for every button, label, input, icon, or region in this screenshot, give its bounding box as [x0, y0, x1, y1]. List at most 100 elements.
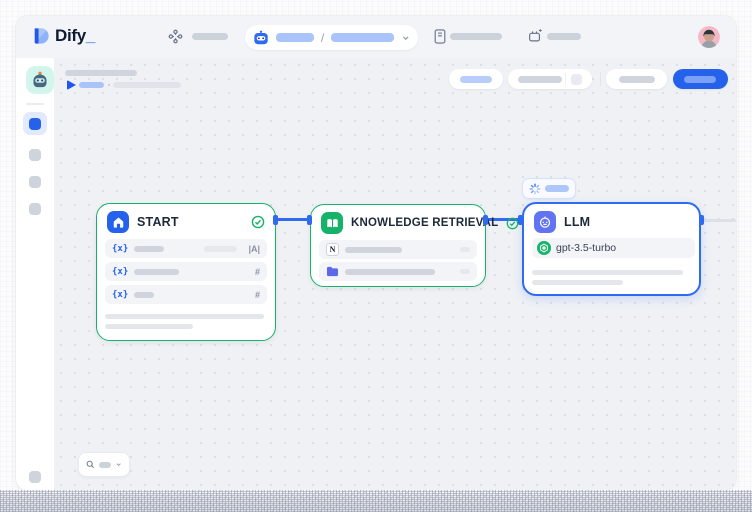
- knowledge-input-handle[interactable]: [307, 215, 312, 225]
- notion-icon: N: [326, 243, 339, 256]
- loading-spinner-icon: [529, 183, 541, 195]
- app-robot-icon: [253, 29, 269, 46]
- features-button[interactable]: [449, 69, 503, 89]
- chevron-down-icon: [115, 460, 122, 469]
- preview-button-group[interactable]: [508, 69, 592, 89]
- sidebar-divider: [26, 103, 44, 105]
- run-app-button[interactable]: [606, 69, 667, 89]
- dify-logo-text: Dify_: [55, 26, 95, 46]
- source-count-placeholder: [460, 247, 470, 252]
- sidebar-item-workflow-active[interactable]: [23, 112, 47, 135]
- screenshot-noise-artifact: [0, 490, 752, 512]
- number-type-badge: #: [255, 290, 260, 300]
- llm-model-row: gpt-3.5-turbo: [532, 238, 695, 258]
- start-node-header: START: [107, 211, 265, 233]
- workflow-title-placeholder: [65, 70, 137, 76]
- run-play-icon[interactable]: [67, 80, 76, 90]
- dify-logo-icon: [32, 27, 50, 45]
- node-description-placeholder: [105, 314, 264, 319]
- preview-label-placeholder: [518, 76, 562, 83]
- chevron-down-icon[interactable]: [401, 33, 410, 43]
- workflow-name-placeholder: [331, 33, 393, 42]
- source-name-placeholder: [345, 247, 402, 253]
- preview-menu-icon[interactable]: [571, 74, 582, 85]
- book-open-icon: [321, 212, 343, 234]
- app-name-placeholder: [276, 33, 314, 42]
- docs-icon[interactable]: [433, 28, 447, 45]
- source-name-placeholder: [345, 269, 435, 275]
- run-label-placeholder: [79, 82, 104, 88]
- start-output-handle[interactable]: [273, 215, 278, 225]
- sidebar-item-4[interactable]: [29, 203, 41, 215]
- llm-node-header: LLM: [534, 211, 689, 233]
- plugins-icon[interactable]: [527, 28, 543, 44]
- nav-plugins-label-placeholder: [547, 33, 581, 40]
- run-dot-separator: [108, 84, 110, 86]
- zoom-level-placeholder: [99, 462, 111, 468]
- knowledge-node-title: KNOWLEDGE RETRIEVAL: [351, 217, 498, 229]
- sidebar-item-3[interactable]: [29, 176, 41, 188]
- nav-docs-label-placeholder: [450, 33, 502, 40]
- publish-button[interactable]: [673, 69, 728, 89]
- dify-logo[interactable]: Dify_: [32, 26, 95, 46]
- variable-name-placeholder: [134, 292, 154, 298]
- knowledge-output-handle[interactable]: [483, 215, 488, 225]
- node-llm[interactable]: LLM gpt-3.5-turbo: [522, 202, 701, 296]
- variable-icon: {x}: [112, 267, 128, 277]
- zoom-control[interactable]: [78, 452, 130, 477]
- top-navbar: Dify_ /: [16, 16, 736, 58]
- app-breadcrumb-pill[interactable]: /: [245, 25, 418, 50]
- nav-explore-label-placeholder: [192, 33, 228, 40]
- node-description-placeholder: [105, 324, 193, 329]
- llm-running-status-badge[interactable]: [522, 178, 576, 199]
- button-group-divider: [565, 73, 566, 85]
- features-label-placeholder: [460, 76, 492, 83]
- user-avatar[interactable]: [698, 26, 720, 48]
- llm-node-title: LLM: [564, 215, 590, 229]
- knowledge-node-header: KNOWLEDGE RETRIEVAL: [321, 212, 475, 234]
- status-label-placeholder: [545, 185, 569, 192]
- variable-name-placeholder: [134, 246, 164, 252]
- run-app-label-placeholder: [619, 76, 655, 83]
- llm-robot-icon: [534, 211, 556, 233]
- workflow-tab-icon: [29, 118, 41, 130]
- node-description-placeholder: [532, 280, 623, 285]
- user-avatar-image: [698, 26, 720, 48]
- sidebar-item-2[interactable]: [29, 149, 41, 161]
- zoom-magnifier-icon: [86, 459, 95, 470]
- run-info-placeholder: [113, 82, 181, 88]
- number-type-badge: #: [255, 267, 260, 277]
- workflow-canvas[interactable]: START {x} |A| {x} # {x} #: [54, 58, 736, 490]
- openai-icon: [537, 241, 551, 255]
- sidebar-item-settings[interactable]: [29, 471, 41, 483]
- toolbar-divider: [600, 72, 601, 86]
- node-description-placeholder: [532, 270, 683, 275]
- source-count-placeholder: [460, 269, 470, 274]
- node-knowledge-retrieval[interactable]: KNOWLEDGE RETRIEVAL N: [310, 204, 486, 287]
- llm-input-handle[interactable]: [518, 215, 523, 225]
- variable-icon: {x}: [112, 290, 128, 300]
- app-robot-avatar: [26, 66, 54, 94]
- current-app-icon[interactable]: [26, 66, 54, 94]
- knowledge-source-row: N: [319, 240, 477, 259]
- start-variable-row: {x} #: [105, 262, 267, 281]
- check-circle-icon: [251, 215, 265, 229]
- folder-icon: [326, 265, 339, 278]
- start-variable-row: {x} |A|: [105, 239, 267, 258]
- explore-apps-icon[interactable]: [168, 29, 183, 44]
- llm-model-name: gpt-3.5-turbo: [556, 242, 616, 254]
- edge-llm-pending: [703, 219, 736, 222]
- variable-name-placeholder: [134, 269, 179, 275]
- variable-icon: {x}: [112, 244, 128, 254]
- app-window: Dify_ /: [16, 16, 736, 490]
- string-type-badge: |A|: [248, 244, 260, 254]
- logo-underscore: _: [86, 26, 95, 45]
- home-icon: [107, 211, 129, 233]
- node-start[interactable]: START {x} |A| {x} # {x} #: [96, 203, 276, 341]
- breadcrumb-separator: /: [321, 31, 324, 45]
- knowledge-source-row: [319, 262, 477, 281]
- llm-output-handle[interactable]: [699, 215, 704, 225]
- start-node-title: START: [137, 215, 179, 229]
- left-sidebar: [16, 58, 54, 490]
- variable-value-placeholder: [204, 246, 237, 252]
